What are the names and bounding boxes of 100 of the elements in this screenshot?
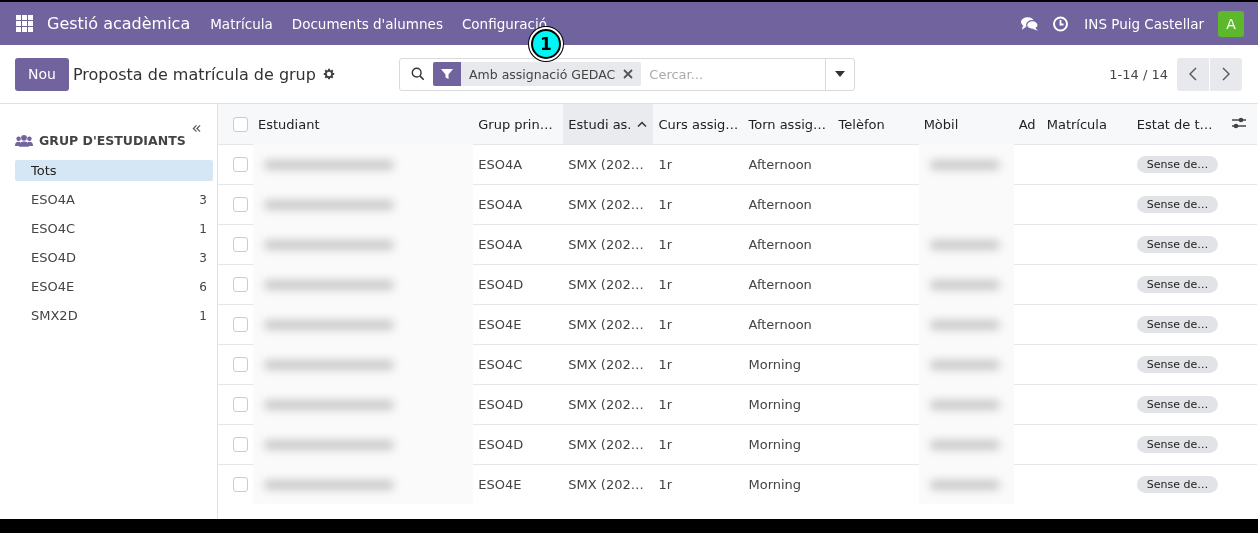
close-icon[interactable] (623, 69, 634, 79)
row-checkbox[interactable] (233, 237, 248, 252)
status-badge: Sense de… (1136, 396, 1219, 413)
row-checkbox[interactable] (233, 477, 248, 492)
collapse-icon[interactable] (192, 124, 201, 133)
item-count: 6 (199, 279, 207, 294)
table-cell: ESO4A (478, 157, 523, 172)
new-button[interactable]: Nou (15, 57, 69, 91)
status-badge: Sense de… (1136, 196, 1219, 213)
table-cell: 1r (658, 357, 672, 372)
status-badge: Sense de… (1136, 356, 1219, 373)
table-cell: Afternoon (748, 157, 812, 172)
table-cell: Morning (748, 397, 802, 412)
sort-up-icon (636, 121, 647, 127)
table-cell: ESO4C (478, 357, 523, 372)
table-cell: SMX (202… (568, 317, 644, 332)
status-badge: Sense de… (1136, 316, 1219, 333)
chevron-left-icon (1189, 67, 1197, 81)
item-label: ESO4C (31, 221, 77, 236)
table-cell: ESO4E (478, 317, 522, 332)
table-cell: 1r (658, 477, 672, 492)
column-header[interactable]: Mòbil (923, 116, 959, 132)
gear-icon[interactable] (322, 68, 335, 80)
status-badge: Sense de… (1136, 476, 1219, 493)
table-cell: ESO4A (478, 197, 523, 212)
item-count: 1 (199, 308, 207, 323)
previous-button[interactable] (1177, 57, 1209, 91)
table-cell: SMX (202… (568, 397, 644, 412)
item-label: ESO4E (31, 279, 76, 294)
table-cell: Morning (748, 437, 802, 452)
search-field[interactable]: Amb assignació GEDAC Cercar... (399, 57, 855, 91)
status-badge: Sense de… (1136, 276, 1219, 293)
row-checkbox[interactable] (233, 197, 248, 212)
next-button[interactable] (1210, 57, 1242, 91)
status-badge: Sense de… (1136, 436, 1219, 453)
column-settings-icon[interactable] (1230, 115, 1247, 130)
menu-item[interactable]: Matrícula (210, 15, 273, 32)
table-cell: ESO4A (478, 237, 523, 252)
row-checkbox[interactable] (233, 157, 248, 172)
sidebar-item[interactable]: ESO4E 6 (15, 276, 213, 297)
app-title[interactable]: Gestió acadèmica (47, 14, 191, 33)
page-title: Proposta de matrícula de grup (72, 64, 316, 84)
caret-icon[interactable] (835, 71, 845, 77)
people-icon (15, 133, 33, 147)
table-cell: Morning (748, 477, 802, 492)
app-menu-icon[interactable] (16, 15, 33, 32)
menu-item[interactable]: Documents d'alumnes (291, 15, 443, 32)
item-label: Tots (31, 163, 58, 178)
row-checkbox[interactable] (233, 437, 248, 452)
sidebar-item[interactable]: ESO4A 3 (15, 189, 213, 210)
table-cell: ESO4D (478, 437, 524, 452)
chevron-right-icon (1222, 67, 1230, 81)
table-cell: Afternoon (748, 317, 812, 332)
search-icon[interactable] (411, 67, 425, 81)
sidebar-item[interactable]: SMX2D 1 (15, 305, 213, 326)
status-badge: Sense de… (1136, 236, 1219, 253)
table-cell: Morning (748, 357, 802, 372)
filter-facet[interactable]: Amb assignació GEDAC (433, 62, 642, 86)
table-cell: 1r (658, 157, 672, 172)
item-count: 1 (199, 221, 207, 236)
table-cell: 1r (658, 397, 672, 412)
sidebar-item[interactable]: ESO4C 1 (15, 218, 213, 239)
row-checkbox[interactable] (233, 357, 248, 372)
row-checkbox[interactable] (233, 277, 248, 292)
sidebar-item[interactable]: ESO4D 3 (15, 247, 213, 268)
company-name[interactable]: INS Puig Castellar (1084, 15, 1204, 32)
item-label: ESO4D (31, 250, 77, 265)
table-cell: Afternoon (748, 277, 812, 292)
table-cell: Afternoon (748, 237, 812, 252)
table-cell: 1r (658, 437, 672, 452)
table-cell: SMX (202… (568, 277, 644, 292)
row-checkbox[interactable] (233, 397, 248, 412)
sidebar-title: GRUP D'ESTUDIANTS (39, 132, 186, 148)
table-cell: SMX (202… (568, 477, 644, 492)
status-badge: Sense de… (1136, 156, 1219, 173)
item-count: 3 (199, 250, 207, 265)
table-cell: SMX (202… (568, 357, 644, 372)
table-cell: 1r (658, 277, 672, 292)
item-count: 3 (199, 192, 207, 207)
table-cell: ESO4E (478, 477, 522, 492)
table-cell: SMX (202… (568, 237, 644, 252)
row-checkbox[interactable] (233, 317, 248, 332)
chat-icon[interactable] (1020, 15, 1040, 32)
item-label: ESO4A (31, 192, 76, 207)
table-cell: ESO4D (478, 397, 524, 412)
table-cell: 1r (658, 237, 672, 252)
column-header[interactable]: Estudiant (258, 116, 320, 132)
table-cell: ESO4D (478, 277, 524, 292)
table-cell: 1r (658, 197, 672, 212)
table-cell: Afternoon (748, 197, 812, 212)
facet-label: Amb assignació GEDAC (468, 66, 617, 82)
item-label: SMX2D (31, 308, 79, 323)
pager-value: 1-14 / 14 (1109, 66, 1168, 82)
table-cell: 1r (658, 317, 672, 332)
table-cell: SMX (202… (568, 437, 644, 452)
select-all-checkbox[interactable] (233, 116, 248, 132)
annotation-marker: 1 (531, 29, 561, 59)
clock-icon[interactable] (1051, 15, 1071, 32)
sidebar-item[interactable]: Tots (15, 160, 213, 181)
menu-item[interactable]: Configuració (461, 15, 548, 32)
